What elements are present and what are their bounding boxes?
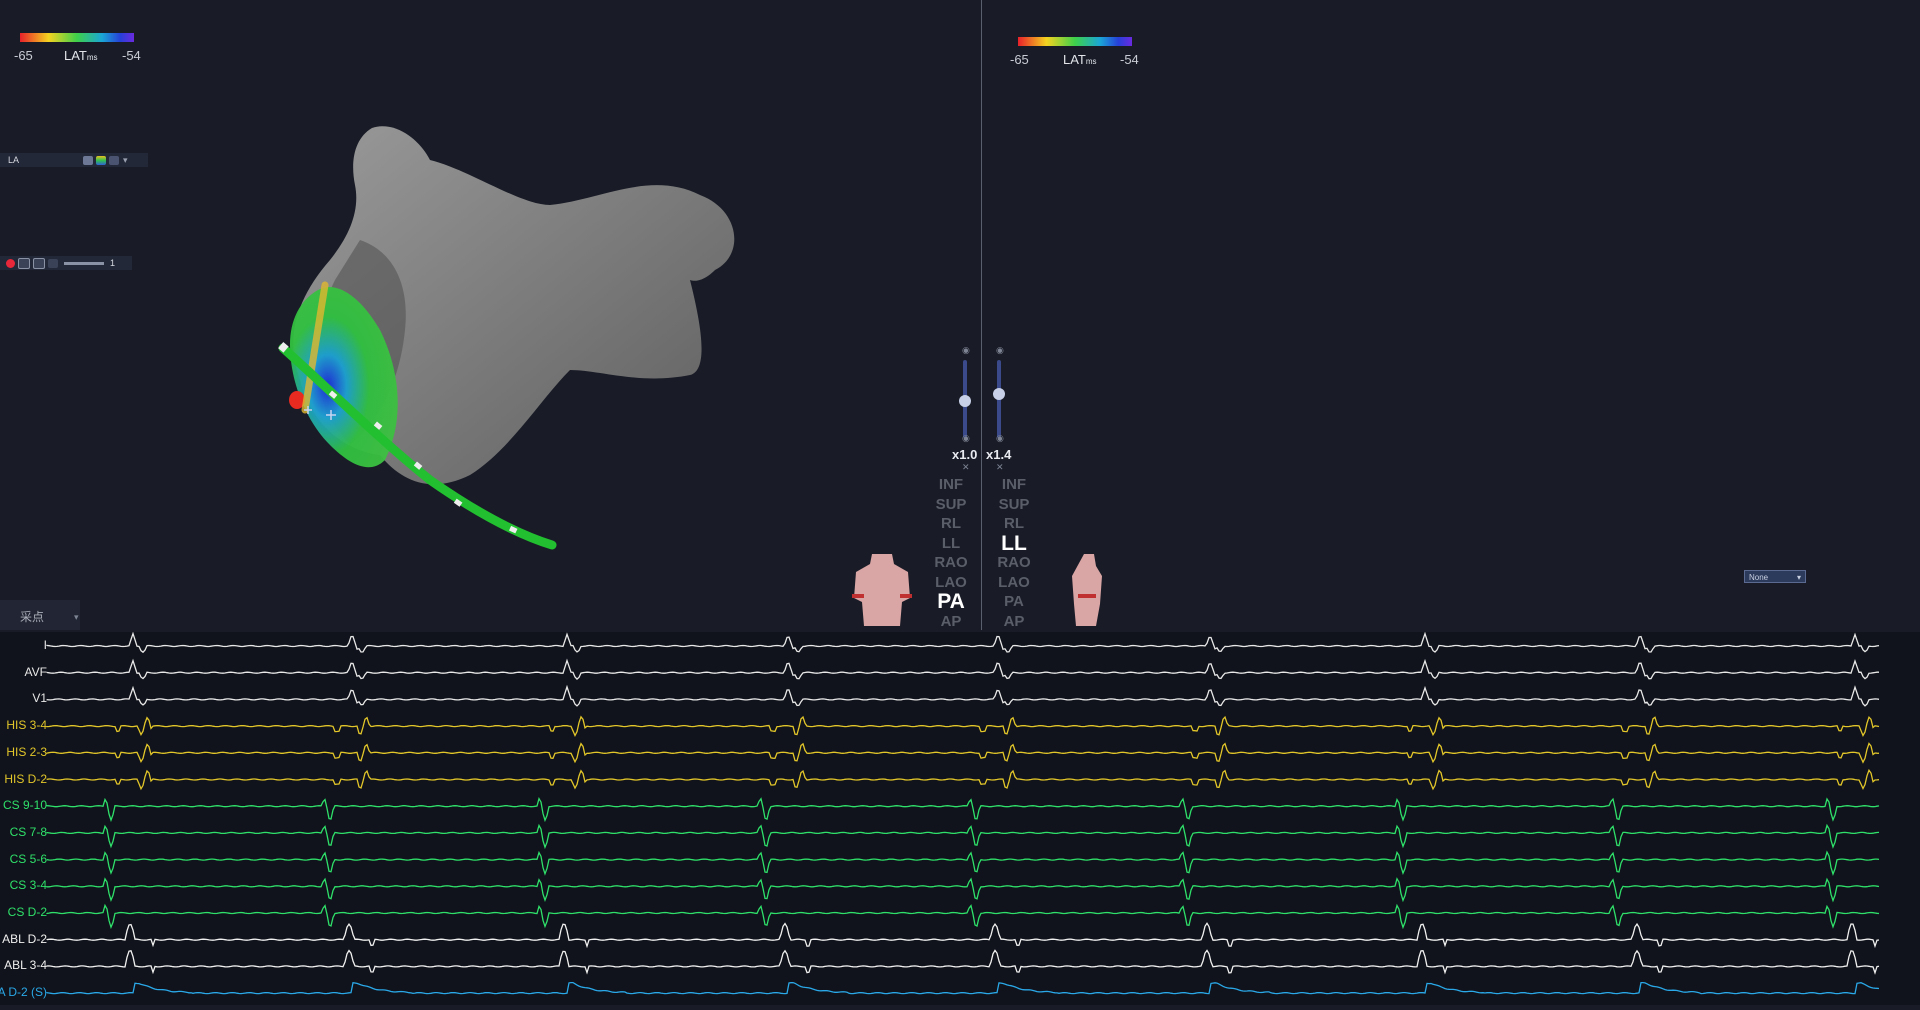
zoom-level-right: x1.4 xyxy=(986,447,1012,462)
ecg-trace xyxy=(46,797,1880,823)
lat-min: -65 xyxy=(1010,52,1029,67)
ecg-channel-label[interactable]: ABL 3-4 xyxy=(4,958,47,972)
ecg-trace xyxy=(46,768,1880,791)
view-sup-button[interactable]: SUP xyxy=(988,495,1040,515)
ecg-trace xyxy=(46,823,1880,850)
lat-label: LATms xyxy=(1063,52,1097,67)
ecg-channel-label[interactable]: AVF xyxy=(25,665,47,679)
torso-thumbnail-left xyxy=(852,554,912,626)
view-ll-button[interactable]: LL xyxy=(925,534,977,554)
view-inf-button[interactable]: INF xyxy=(925,475,977,495)
zoom-slider-left[interactable] xyxy=(959,360,971,438)
slider-bottom-icon[interactable]: ◉ xyxy=(962,433,970,444)
view-ll-button[interactable]: LL xyxy=(988,533,1040,553)
slider-knob[interactable] xyxy=(959,395,971,407)
close-icon[interactable]: ✕ xyxy=(962,462,970,473)
orientation-list-left: INF SUP RL LL RAO LAO PA AP xyxy=(925,475,977,631)
ecg-channel-label[interactable]: CS 3-4 xyxy=(10,878,47,892)
ecg-channel-label[interactable]: CS 7-8 xyxy=(10,825,47,839)
ecg-channel-label[interactable]: HIS D-2 xyxy=(4,772,47,786)
ecg-channel-label[interactable]: CS D-2 xyxy=(8,905,47,919)
chevron-down-icon[interactable]: ▾ xyxy=(74,612,79,623)
ecg-trace xyxy=(46,949,1880,975)
view-rl-button[interactable]: RL xyxy=(925,514,977,534)
lat-max: -54 xyxy=(1120,52,1139,67)
sample-tab[interactable]: 采点 xyxy=(0,600,80,630)
ecg-channel-label[interactable]: A D-2 (S) xyxy=(0,985,47,999)
view-divider[interactable] xyxy=(981,0,982,630)
view-pa-button[interactable]: PA xyxy=(925,591,977,611)
map-view-left[interactable] xyxy=(0,0,980,630)
ecg-trace xyxy=(46,903,1880,930)
slider-top-icon[interactable]: ◉ xyxy=(962,345,970,356)
slider-top-icon[interactable]: ◉ xyxy=(996,345,1004,356)
view-inf-button[interactable]: INF xyxy=(988,475,1040,495)
ecg-trace xyxy=(46,981,1880,995)
slider-knob[interactable] xyxy=(993,388,1005,400)
ecg-channel-label[interactable]: CS 9-10 xyxy=(3,798,47,812)
ecg-trace xyxy=(46,684,1880,707)
torso-thumbnail-right xyxy=(1072,554,1102,626)
ecg-trace xyxy=(46,658,1879,680)
zoom-level-left: x1.0 xyxy=(952,447,978,462)
close-icon[interactable]: ✕ xyxy=(996,462,1004,473)
view-rao-button[interactable]: RAO xyxy=(988,553,1040,573)
ecg-channel-label[interactable]: I xyxy=(44,638,47,652)
ecg-channel-label[interactable]: HIS 3-4 xyxy=(6,718,47,732)
ecg-traces xyxy=(46,631,1880,995)
ecg-panel[interactable] xyxy=(0,631,1920,1005)
slider-bottom-icon[interactable]: ◉ xyxy=(996,433,1004,444)
view-sup-button[interactable]: SUP xyxy=(925,495,977,515)
lat-color-bar xyxy=(1018,37,1132,46)
ecg-channel-label[interactable]: CS 5-6 xyxy=(10,852,47,866)
view-lao-button[interactable]: LAO xyxy=(988,573,1040,593)
view-ap-button[interactable]: AP xyxy=(988,612,1040,632)
ecg-channel-label[interactable]: V1 xyxy=(32,691,47,705)
ecg-channel-label[interactable]: ABL D-2 xyxy=(2,932,47,946)
ecg-channel-label[interactable]: HIS 2-3 xyxy=(6,745,47,759)
view-rao-button[interactable]: RAO xyxy=(925,553,977,573)
zoom-slider-right[interactable] xyxy=(993,360,1005,438)
view-ap-button[interactable]: AP xyxy=(925,612,977,632)
orientation-list-right: INF SUP RL LL RAO LAO PA AP xyxy=(988,475,1040,631)
map-view-right[interactable] xyxy=(982,0,1920,630)
view-rl-button[interactable]: RL xyxy=(988,514,1040,534)
lat-legend-right: -65 LATms -54 xyxy=(1010,37,1148,69)
ecg-trace xyxy=(46,850,1880,876)
view-pa-button[interactable]: PA xyxy=(988,592,1040,612)
ecg-trace xyxy=(46,877,1880,903)
display-dropdown[interactable]: None ▾ xyxy=(1744,570,1806,583)
ecg-trace xyxy=(46,742,1880,764)
ecg-trace xyxy=(46,715,1880,738)
ecg-trace xyxy=(46,631,1880,654)
ecg-trace xyxy=(46,922,1880,949)
